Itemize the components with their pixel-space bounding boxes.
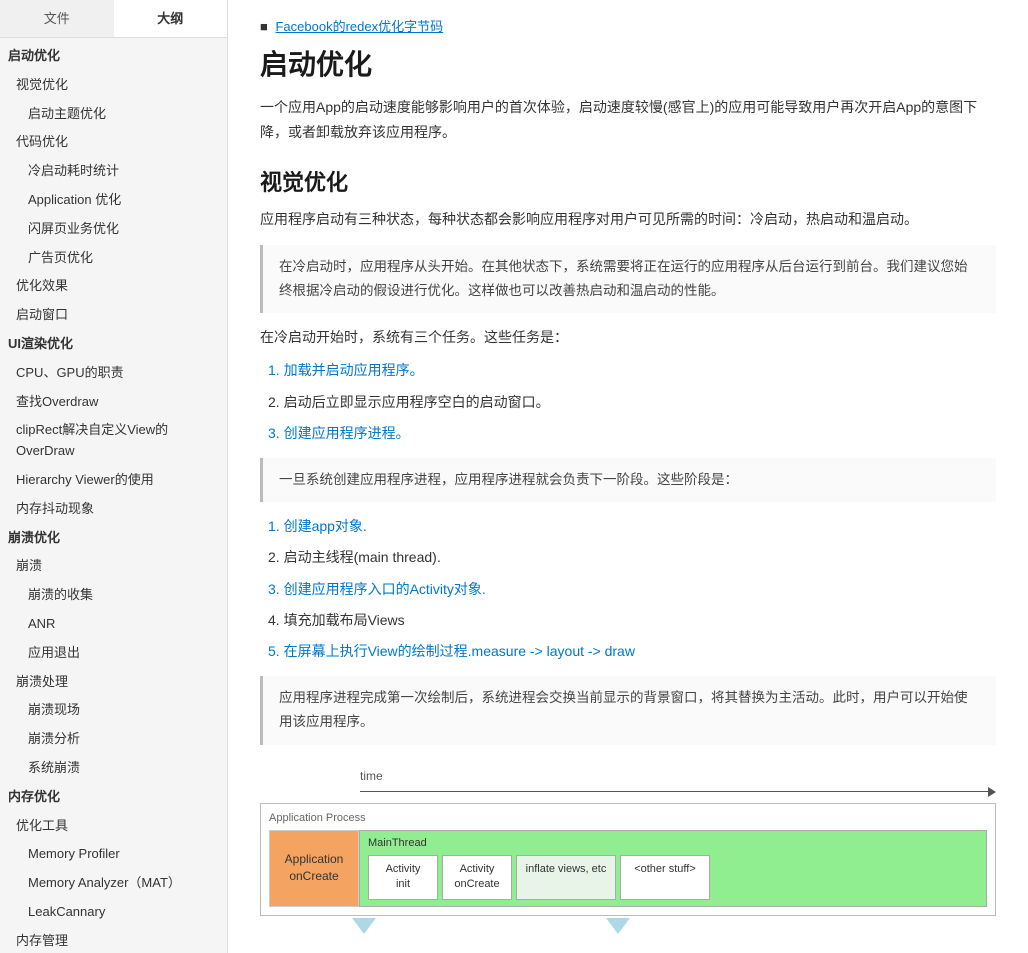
nav-item-闪屏页业务优化[interactable]: 闪屏页业务优化 <box>0 215 227 244</box>
after-draw-quote: 应用程序进程完成第一次绘制后，系统进程会交换当前显示的背景窗口，将其替换为主活动… <box>260 676 996 745</box>
nav-item-内存管理[interactable]: 内存管理 <box>0 927 227 953</box>
nav-item-leakcannary[interactable]: LeakCannary <box>0 898 227 927</box>
intro-text: 一个应用App的启动速度能够影响用户的首次体验，启动速度较慢(感官上)的应用可能… <box>260 95 996 145</box>
nav-item-启动窗口[interactable]: 启动窗口 <box>0 301 227 330</box>
phase-1: 1. 创建app对象. <box>268 514 996 539</box>
section1-title: 视觉优化 <box>260 165 996 197</box>
nav-item-启动优化[interactable]: 启动优化 <box>0 42 227 71</box>
nav-item-查找overdraw[interactable]: 查找Overdraw <box>0 388 227 417</box>
thread-items: Activityinit ActivityonCreate inflate vi… <box>368 855 978 900</box>
nav-item-memoryprofiler[interactable]: Memory Profiler <box>0 840 227 869</box>
diagram-container: time Application Process ApplicationonCr… <box>260 769 996 934</box>
nav-item-memoryanalyzer（mat）[interactable]: Memory Analyzer（MAT） <box>0 869 227 898</box>
main-content: ■ Facebook的redex优化字节码 启动优化 一个应用App的启动速度能… <box>228 0 1028 953</box>
tab-outline[interactable]: 大纲 <box>114 0 228 37</box>
task-3: 3. 创建应用程序进程。 <box>268 421 996 446</box>
phase-4: 4. 填充加载布局Views <box>268 608 996 633</box>
app-oncreate-label: ApplicationonCreate <box>285 851 344 885</box>
nav-item-冷启动耗时统计[interactable]: 冷启动耗时统计 <box>0 157 227 186</box>
nav-item-内存抖动现象[interactable]: 内存抖动现象 <box>0 495 227 524</box>
nav-item-优化工具[interactable]: 优化工具 <box>0 812 227 841</box>
app-oncreate-box: ApplicationonCreate <box>269 830 359 907</box>
phase-2: 2. 启动主线程(main thread). <box>268 545 996 570</box>
nav-item-崩溃优化[interactable]: 崩溃优化 <box>0 524 227 553</box>
thread-activity-oncreate: ActivityonCreate <box>442 855 512 900</box>
tab-file[interactable]: 文件 <box>0 0 114 37</box>
section1-intro: 应用程序启动有三种状态，每种状态都会影响应用程序对用户可见所需的时间：冷启动，热… <box>260 207 996 232</box>
nav-item-内存优化[interactable]: 内存优化 <box>0 783 227 812</box>
phase-3: 3. 创建应用程序入口的Activity对象. <box>268 577 996 602</box>
app-process-label: Application Process <box>269 812 987 824</box>
cold-start-intro: 在冷启动开始时，系统有三个任务。这些任务是： <box>260 325 996 350</box>
time-arrow-head <box>988 787 996 797</box>
task-2: 2. 启动后立即显示应用程序空白的启动窗口。 <box>268 390 996 415</box>
time-arrow-line <box>360 791 988 793</box>
time-label: time <box>360 769 996 783</box>
thread-other-stuff: <other stuff> <box>620 855 710 900</box>
nav-item-系统崩溃[interactable]: 系统崩溃 <box>0 754 227 783</box>
nav-item-anr[interactable]: ANR <box>0 610 227 639</box>
nav-item-崩溃分析[interactable]: 崩溃分析 <box>0 725 227 754</box>
page-title: 启动优化 <box>260 43 996 83</box>
sidebar-nav: 启动优化视觉优化启动主题优化代码优化冷启动耗时统计Application 优化闪… <box>0 38 227 953</box>
nav-item-启动主题优化[interactable]: 启动主题优化 <box>0 100 227 129</box>
nav-item-崩溃现场[interactable]: 崩溃现场 <box>0 696 227 725</box>
nav-item-application优化[interactable]: Application 优化 <box>0 186 227 215</box>
triangle2 <box>606 918 630 934</box>
tasks-list: 1. 加载并启动应用程序。 2. 启动后立即显示应用程序空白的启动窗口。 3. … <box>268 358 996 446</box>
diagram-inner: ApplicationonCreate MainThread Activityi… <box>269 830 987 907</box>
nav-item-广告页优化[interactable]: 广告页优化 <box>0 244 227 273</box>
main-thread-label: MainThread <box>368 837 978 849</box>
nav-item-cpu、gpu的职责[interactable]: CPU、GPU的职责 <box>0 359 227 388</box>
nav-item-代码优化[interactable]: 代码优化 <box>0 128 227 157</box>
phase-5: 5. 在屏幕上执行View的绘制过程.measure -> layout -> … <box>268 639 996 664</box>
thread-activity-init: Activityinit <box>368 855 438 900</box>
redex-link[interactable]: Facebook的redex优化字节码 <box>275 19 443 34</box>
nav-item-崩溃的收集[interactable]: 崩溃的收集 <box>0 581 227 610</box>
phases-list: 1. 创建app对象. 2. 启动主线程(main thread). 3. 创建… <box>268 514 996 664</box>
triangle1 <box>352 918 376 934</box>
nav-item-优化效果[interactable]: 优化效果 <box>0 272 227 301</box>
nav-item-崩溃[interactable]: 崩溃 <box>0 552 227 581</box>
main-thread-section: MainThread Activityinit ActivityonCreate… <box>359 830 987 907</box>
nav-item-应用退出[interactable]: 应用退出 <box>0 639 227 668</box>
nav-item-视觉优化[interactable]: 视觉优化 <box>0 71 227 100</box>
thread-inflate-views: inflate views, etc <box>516 855 616 900</box>
nav-item-崩溃处理[interactable]: 崩溃处理 <box>0 668 227 697</box>
time-arrow <box>360 787 996 797</box>
nav-item-ui渲染优化[interactable]: UI渲染优化 <box>0 330 227 359</box>
task-1: 1. 加载并启动应用程序。 <box>268 358 996 383</box>
sidebar-tabs: 文件 大纲 <box>0 0 227 38</box>
sidebar: 文件 大纲 启动优化视觉优化启动主题优化代码优化冷启动耗时统计Applicati… <box>0 0 228 953</box>
nav-item-hierarchyviewer的使用[interactable]: Hierarchy Viewer的使用 <box>0 466 227 495</box>
diagram-box: Application Process ApplicationonCreate … <box>260 803 996 916</box>
blockquote2: 一旦系统创建应用程序进程，应用程序进程就会负责下一阶段。这些阶段是： <box>260 458 996 502</box>
nav-item-cliprect解决自定义view的ov[interactable]: clipRect解决自定义View的OverDraw <box>0 416 227 466</box>
blockquote1: 在冷启动时，应用程序从头开始。在其他状态下，系统需要将正在运行的应用程序从后台运… <box>260 245 996 314</box>
